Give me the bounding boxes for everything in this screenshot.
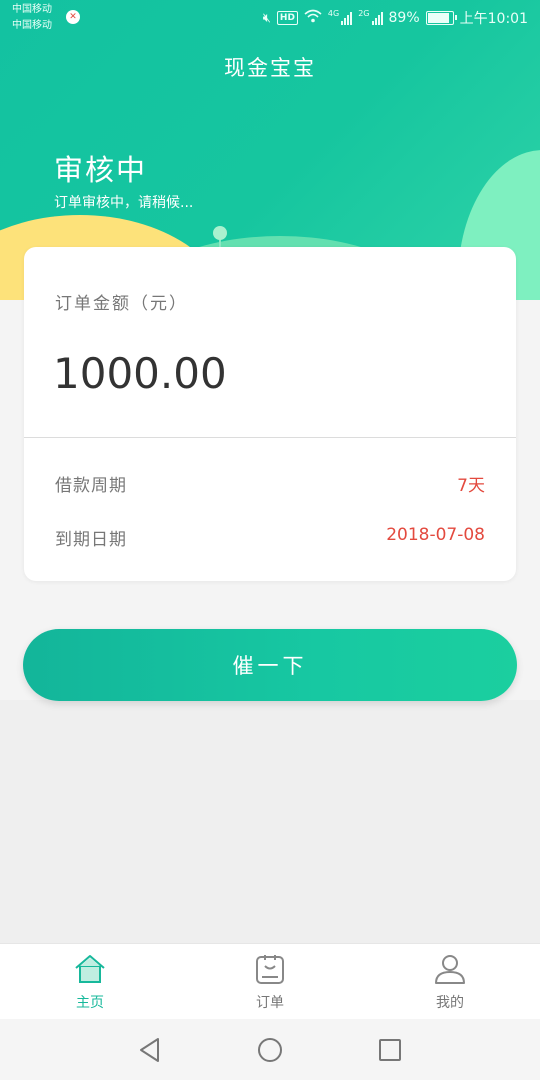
bottom-tab-bar: 主页 订单 我的 xyxy=(0,943,540,1019)
home-circle-icon[interactable] xyxy=(256,1036,284,1064)
home-icon xyxy=(73,954,107,988)
tab-home[interactable]: 主页 xyxy=(0,944,180,1019)
order-icon xyxy=(253,954,287,988)
mute-icon: 🔇︎ xyxy=(262,10,271,26)
network-type-2: 2G xyxy=(358,9,370,18)
decor-tree-top xyxy=(213,226,227,240)
page-title: 现金宝宝 xyxy=(224,56,316,80)
battery-percent: 89% xyxy=(388,10,420,26)
hd-icon: HD xyxy=(276,11,298,25)
tab-orders[interactable]: 订单 xyxy=(180,944,360,1019)
carrier-1: 中国移动 xyxy=(12,4,52,15)
due-date-value: 2018-07-08 xyxy=(386,525,485,545)
network-type-1: 4G xyxy=(327,9,340,18)
back-icon[interactable] xyxy=(136,1036,164,1064)
signal-icon-1 xyxy=(341,11,353,25)
tab-profile-label: 我的 xyxy=(436,995,464,1011)
system-nav-bar xyxy=(0,1019,540,1080)
notification-icon: ✕ xyxy=(66,10,80,24)
carrier-2: 中国移动 xyxy=(12,20,52,31)
battery-icon xyxy=(425,11,457,25)
wifi-icon xyxy=(304,9,322,27)
card-divider xyxy=(24,437,516,438)
loan-period-value: 7天 xyxy=(457,476,485,496)
due-date-label: 到期日期 xyxy=(55,530,127,550)
tab-home-label: 主页 xyxy=(76,995,104,1011)
review-status-heading: 审核中 xyxy=(54,153,148,187)
status-bar: 中国移动 中国移动 ✕ 🔇︎ HD 4G 2G 89% 上午10:01 xyxy=(0,0,540,38)
loan-period-label: 借款周期 xyxy=(55,476,127,496)
order-card: 订单金额（元） 1000.00 借款周期 7天 到期日期 2018-07-08 xyxy=(24,247,516,581)
tab-profile[interactable]: 我的 xyxy=(360,944,540,1019)
urge-button[interactable]: 催一下 xyxy=(23,629,517,701)
amount-value: 1000.00 xyxy=(53,349,227,398)
recent-apps-icon[interactable] xyxy=(376,1036,404,1064)
amount-label: 订单金额（元） xyxy=(55,294,188,314)
profile-icon xyxy=(433,954,467,988)
tab-orders-label: 订单 xyxy=(256,995,284,1011)
status-icons: 🔇︎ HD 4G 2G 89% 上午10:01 xyxy=(263,9,528,27)
review-status-subtitle: 订单审核中，请稍候... xyxy=(54,195,194,211)
clock: 上午10:01 xyxy=(459,11,528,27)
signal-icon-2 xyxy=(371,11,383,25)
